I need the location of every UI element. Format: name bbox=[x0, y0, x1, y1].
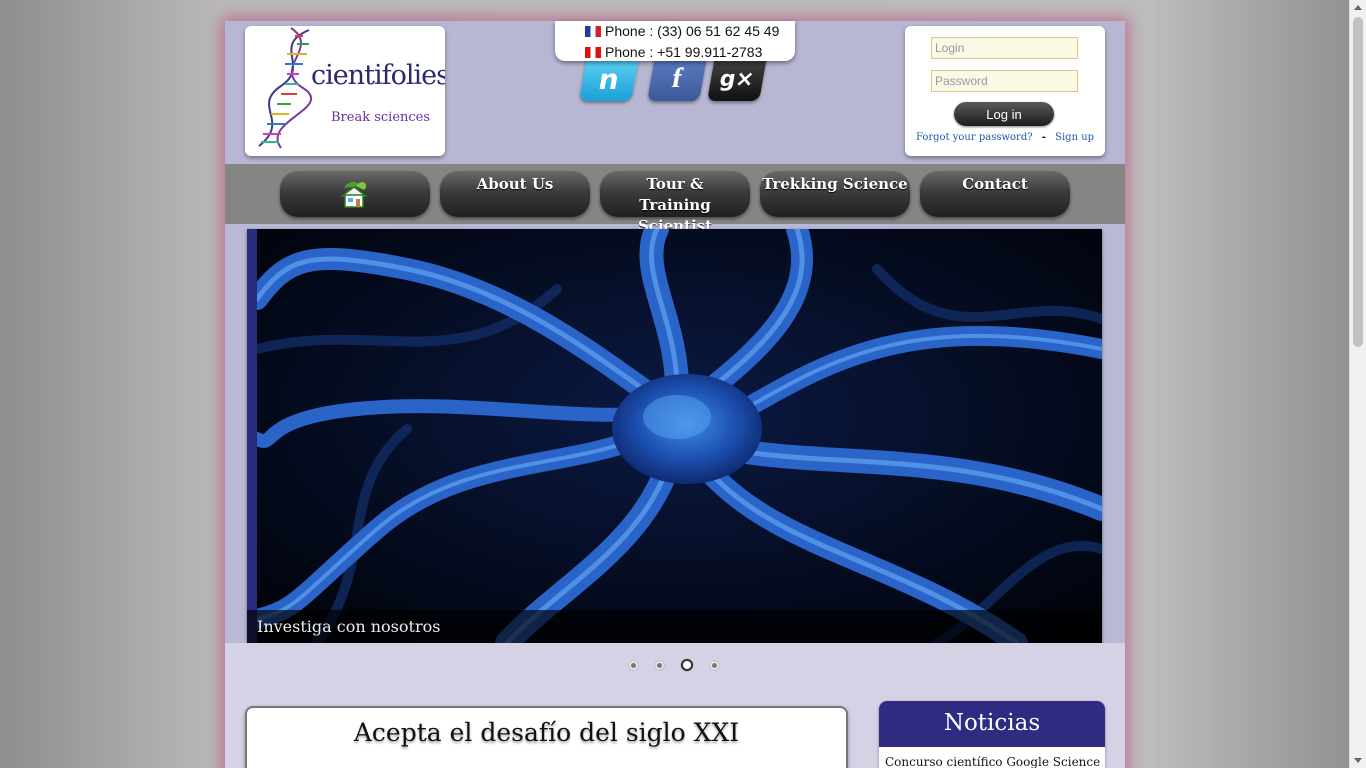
brand-name: cientifolies bbox=[311, 60, 445, 91]
slider-caption: Investiga con nosotros bbox=[247, 610, 1102, 643]
nav-trekking-science[interactable]: Trekking Science bbox=[760, 171, 910, 217]
nav-label: Trekking Science bbox=[762, 175, 908, 193]
nav-label: Tour & Training Scientist bbox=[637, 175, 713, 235]
phone-box: Phone : (33) 06 51 62 45 49 Phone : +51 … bbox=[555, 21, 795, 61]
brand-tagline: Break sciences bbox=[331, 110, 431, 125]
scroll-down-arrow-icon[interactable] bbox=[1354, 758, 1362, 763]
social-glyph: n bbox=[596, 62, 622, 96]
facebook-icon[interactable]: f bbox=[647, 57, 707, 101]
slide-dot[interactable] bbox=[629, 660, 638, 670]
password-input[interactable] bbox=[931, 70, 1078, 92]
signup-link[interactable]: Sign up bbox=[1055, 132, 1094, 143]
phone-france: Phone : (33) 06 51 62 45 49 bbox=[585, 23, 779, 39]
slider-edge bbox=[247, 229, 257, 643]
page-scrollbar[interactable] bbox=[1349, 0, 1366, 768]
phone-peru: Phone : +51 99.911-2783 bbox=[585, 44, 762, 60]
slide-dot-active[interactable] bbox=[681, 659, 693, 671]
nav-label: About Us bbox=[476, 175, 554, 193]
scroll-thumb[interactable] bbox=[1353, 17, 1363, 347]
slide-dot[interactable] bbox=[655, 660, 664, 670]
dna-helix-icon bbox=[258, 27, 312, 149]
login-button[interactable]: Log in bbox=[954, 102, 1054, 126]
slide-dot[interactable] bbox=[710, 660, 719, 670]
social-glyph: g× bbox=[717, 66, 757, 92]
nav-label: Contact bbox=[962, 175, 1028, 193]
neuron-image bbox=[257, 229, 1102, 643]
nav-home[interactable] bbox=[280, 171, 430, 217]
france-flag-icon bbox=[585, 25, 601, 37]
login-box: Log in Forgot your password? - Sign up bbox=[905, 26, 1105, 156]
login-separator: - bbox=[1041, 132, 1046, 143]
article-box: Acepta el desafío del siglo XXI bbox=[245, 706, 848, 768]
phone-peru-text: Phone : +51 99.911-2783 bbox=[605, 44, 763, 60]
header: cientifolies Break sciences n f g× Phone… bbox=[225, 21, 1125, 164]
slider-pagination bbox=[629, 659, 719, 671]
page-container: cientifolies Break sciences n f g× Phone… bbox=[225, 21, 1125, 768]
nav-about-us[interactable]: About Us bbox=[440, 171, 590, 217]
content-area: Acepta el desafío del siglo XXI Noticias… bbox=[225, 643, 1125, 768]
google-x-icon[interactable]: g× bbox=[707, 57, 767, 101]
social-glyph: f bbox=[669, 63, 685, 94]
main-nav: About Us Tour & Training Scientist Trekk… bbox=[225, 164, 1125, 235]
news-box: Noticias Científicas Concurso científico… bbox=[879, 701, 1105, 768]
home-icon bbox=[339, 181, 369, 208]
scroll-up-arrow-icon[interactable] bbox=[1354, 5, 1362, 10]
news-heading: Noticias Científicas bbox=[879, 701, 1105, 768]
article-title: Acepta el desafío del siglo XXI bbox=[353, 718, 740, 747]
nav-tour-training[interactable]: Tour & Training Scientist bbox=[600, 171, 750, 235]
image-slider[interactable]: Investiga con nosotros bbox=[247, 229, 1102, 643]
phone-france-text: Phone : (33) 06 51 62 45 49 bbox=[605, 23, 780, 39]
n-icon[interactable]: n bbox=[579, 57, 639, 101]
login-links: Forgot your password? - Sign up bbox=[905, 132, 1105, 143]
logo[interactable]: cientifolies Break sciences bbox=[245, 26, 445, 156]
peru-flag-icon bbox=[585, 46, 601, 58]
login-input[interactable] bbox=[931, 37, 1078, 59]
nav-contact[interactable]: Contact bbox=[920, 171, 1070, 217]
forgot-password-link[interactable]: Forgot your password? bbox=[916, 132, 1033, 143]
